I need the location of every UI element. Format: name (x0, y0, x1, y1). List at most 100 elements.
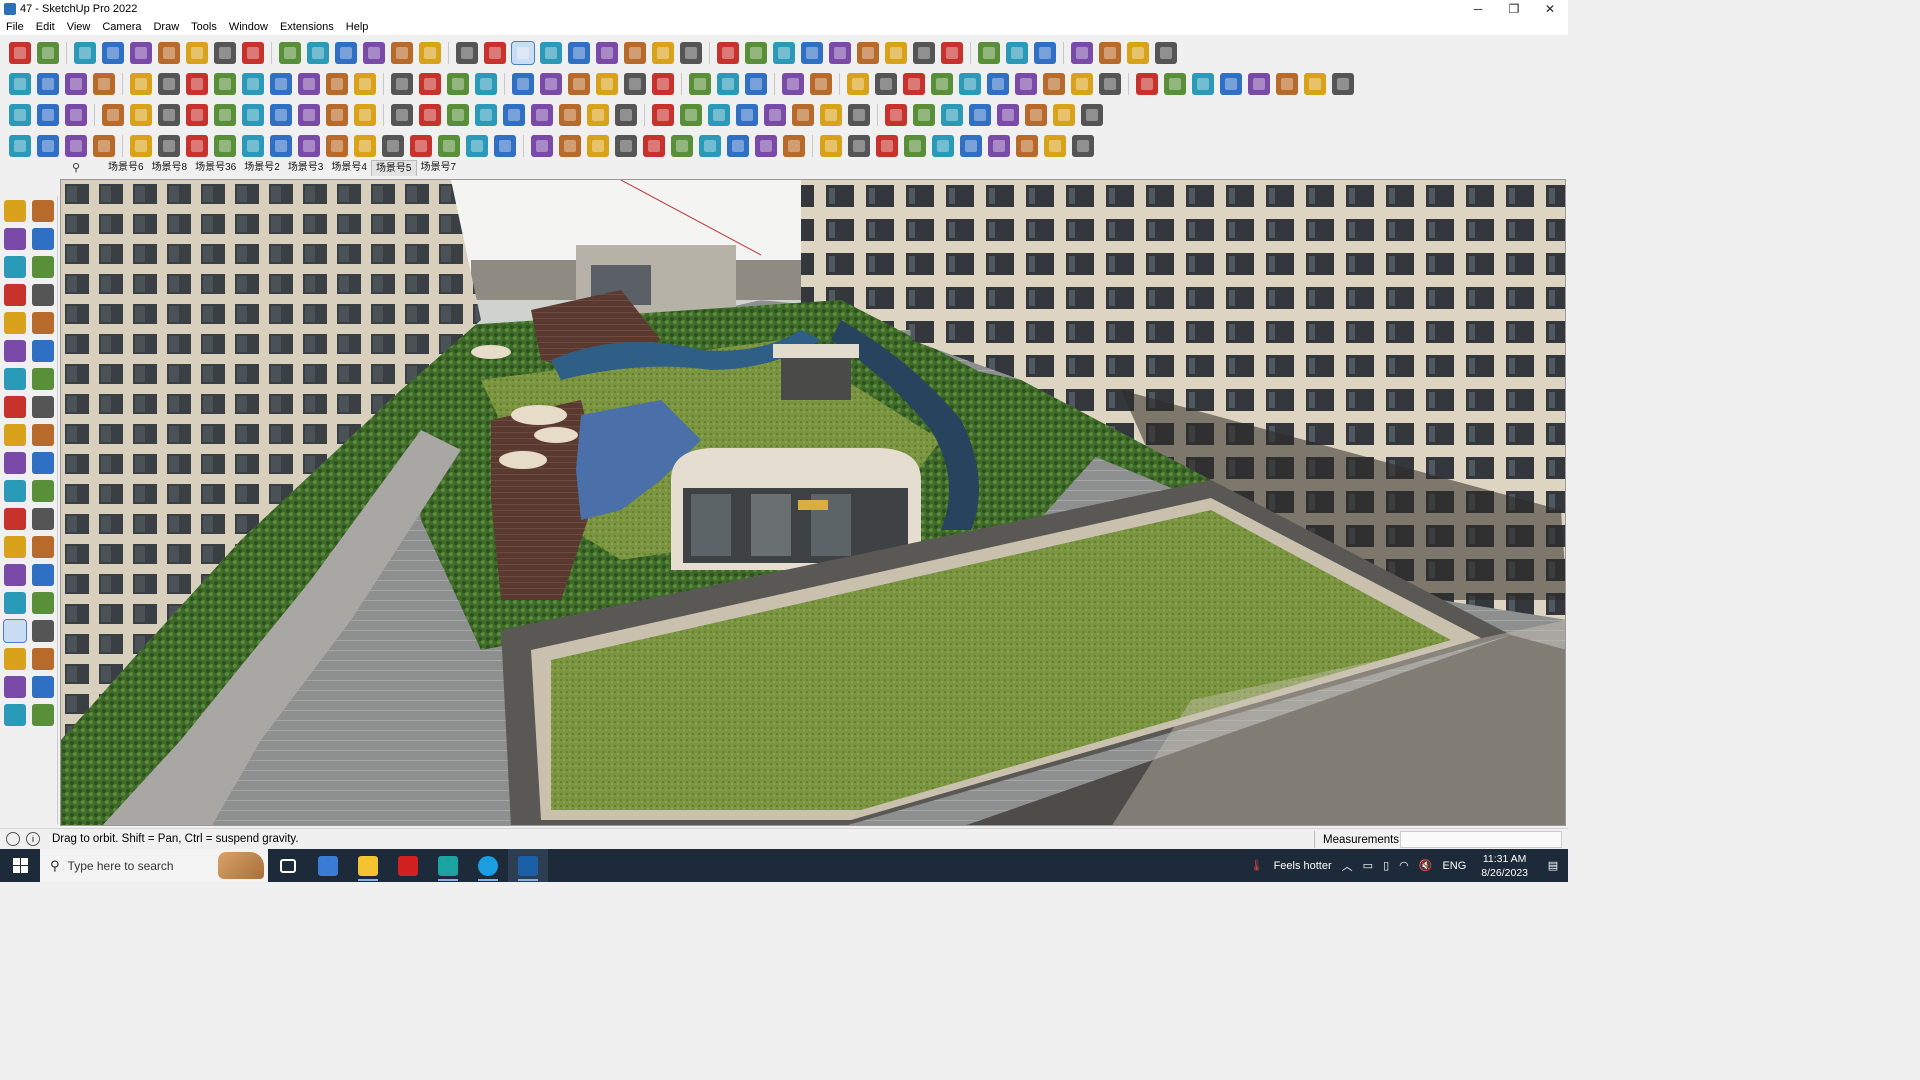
large-tool-icon[interactable] (4, 424, 26, 446)
acrobat-app[interactable] (388, 849, 428, 882)
large-tool-icon[interactable] (32, 396, 54, 418)
measurements-input[interactable] (1400, 831, 1562, 848)
main-tool-icon[interactable] (335, 41, 357, 64)
main-tool-icon[interactable] (74, 41, 96, 64)
main-tool-icon[interactable] (391, 41, 413, 64)
extension-tool-icon[interactable] (1276, 72, 1298, 95)
extension-tool-icon[interactable] (596, 72, 618, 95)
modeling-tool-icon[interactable] (615, 134, 637, 157)
modeling-tool-icon[interactable] (531, 134, 553, 157)
modeling-tool-icon[interactable] (699, 134, 721, 157)
main-tool-icon[interactable] (363, 41, 385, 64)
main-tool-icon[interactable] (857, 41, 879, 64)
plugin-tool-icon[interactable] (503, 103, 525, 126)
plugin-tool-icon[interactable] (913, 103, 935, 126)
extension-tool-icon[interactable] (959, 72, 981, 95)
large-tool-icon[interactable] (4, 508, 26, 530)
calculator-app[interactable] (308, 849, 348, 882)
large-tool-icon[interactable] (32, 592, 54, 614)
minimize-button[interactable]: ─ (1460, 0, 1496, 18)
info-icon[interactable]: i (26, 832, 40, 846)
menu-help[interactable]: Help (340, 21, 375, 33)
main-tool-icon[interactable] (540, 41, 562, 64)
plugin-tool-icon[interactable] (708, 103, 730, 126)
large-tool-icon[interactable] (32, 508, 54, 530)
main-tool-icon[interactable] (456, 41, 478, 64)
extension-tool-icon[interactable] (391, 72, 413, 95)
main-tool-icon[interactable] (829, 41, 851, 64)
extension-tool-icon[interactable] (65, 72, 87, 95)
large-tool-icon[interactable] (32, 452, 54, 474)
modeling-tool-icon[interactable] (671, 134, 693, 157)
large-tool-icon[interactable] (4, 592, 26, 614)
large-tool-icon[interactable] (4, 368, 26, 390)
modeling-tool-icon[interactable] (186, 134, 208, 157)
main-tool-icon[interactable] (419, 41, 441, 64)
main-tool-icon[interactable] (1006, 41, 1028, 64)
large-tool-icon[interactable] (32, 200, 54, 222)
plugin-tool-icon[interactable] (270, 103, 292, 126)
modeling-tool-icon[interactable] (466, 134, 488, 157)
main-tool-icon[interactable] (680, 41, 702, 64)
extension-tool-icon[interactable] (847, 72, 869, 95)
extension-tool-icon[interactable] (652, 72, 674, 95)
extension-tool-icon[interactable] (270, 72, 292, 95)
large-tool-icon[interactable] (32, 340, 54, 362)
modeling-tool-icon[interactable] (820, 134, 842, 157)
large-tool-icon[interactable] (32, 564, 54, 586)
extension-tool-icon[interactable] (186, 72, 208, 95)
large-tool-icon[interactable] (4, 564, 26, 586)
large-tool-icon[interactable] (32, 704, 54, 726)
modeling-tool-icon[interactable] (848, 134, 870, 157)
modeling-tool-icon[interactable] (1072, 134, 1094, 157)
plugin-tool-icon[interactable] (9, 103, 31, 126)
modeling-tool-icon[interactable] (242, 134, 264, 157)
edge-app[interactable] (468, 849, 508, 882)
large-tool-icon[interactable] (32, 284, 54, 306)
extension-tool-icon[interactable] (354, 72, 376, 95)
plugin-tool-icon[interactable] (475, 103, 497, 126)
menu-window[interactable]: Window (223, 21, 274, 33)
main-tool-icon[interactable] (214, 41, 236, 64)
main-tool-icon[interactable] (568, 41, 590, 64)
extension-tool-icon[interactable] (1071, 72, 1093, 95)
large-tool-icon[interactable] (3, 619, 27, 643)
plugin-tool-icon[interactable] (102, 103, 124, 126)
large-tool-icon[interactable] (4, 396, 26, 418)
modeling-tool-icon[interactable] (158, 134, 180, 157)
main-tool-icon[interactable] (596, 41, 618, 64)
modeling-tool-icon[interactable] (9, 134, 31, 157)
modeling-tool-icon[interactable] (587, 134, 609, 157)
plugin-tool-icon[interactable] (531, 103, 553, 126)
plugin-tool-icon[interactable] (820, 103, 842, 126)
modeling-tool-icon[interactable] (214, 134, 236, 157)
large-tool-icon[interactable] (4, 200, 26, 222)
modeling-tool-icon[interactable] (382, 134, 404, 157)
speaker-mute-icon[interactable]: 🔇 (1414, 859, 1438, 872)
large-tool-icon[interactable] (4, 340, 26, 362)
large-tool-icon[interactable] (4, 284, 26, 306)
modeling-tool-icon[interactable] (438, 134, 460, 157)
large-tool-icon[interactable] (4, 480, 26, 502)
plugin-tool-icon[interactable] (764, 103, 786, 126)
clock[interactable]: 11:31 AM 8/26/2023 (1471, 852, 1538, 880)
modeling-tool-icon[interactable] (326, 134, 348, 157)
large-tool-icon[interactable] (4, 676, 26, 698)
plugin-tool-icon[interactable] (158, 103, 180, 126)
plugin-tool-icon[interactable] (1025, 103, 1047, 126)
main-tool-icon[interactable] (279, 41, 301, 64)
extension-tool-icon[interactable] (624, 72, 646, 95)
modeling-tool-icon[interactable] (783, 134, 805, 157)
modeling-tool-icon[interactable] (904, 134, 926, 157)
main-tool-icon[interactable] (1155, 41, 1177, 64)
file-explorer-app[interactable] (348, 849, 388, 882)
thermometer-icon[interactable]: 🌡 (1245, 859, 1269, 872)
plugin-tool-icon[interactable] (615, 103, 637, 126)
extension-tool-icon[interactable] (1192, 72, 1214, 95)
modeling-tool-icon[interactable] (876, 134, 898, 157)
large-tool-icon[interactable] (32, 424, 54, 446)
main-tool-icon[interactable] (186, 41, 208, 64)
plugin-tool-icon[interactable] (587, 103, 609, 126)
main-tool-icon[interactable] (978, 41, 1000, 64)
modeling-tool-icon[interactable] (410, 134, 432, 157)
